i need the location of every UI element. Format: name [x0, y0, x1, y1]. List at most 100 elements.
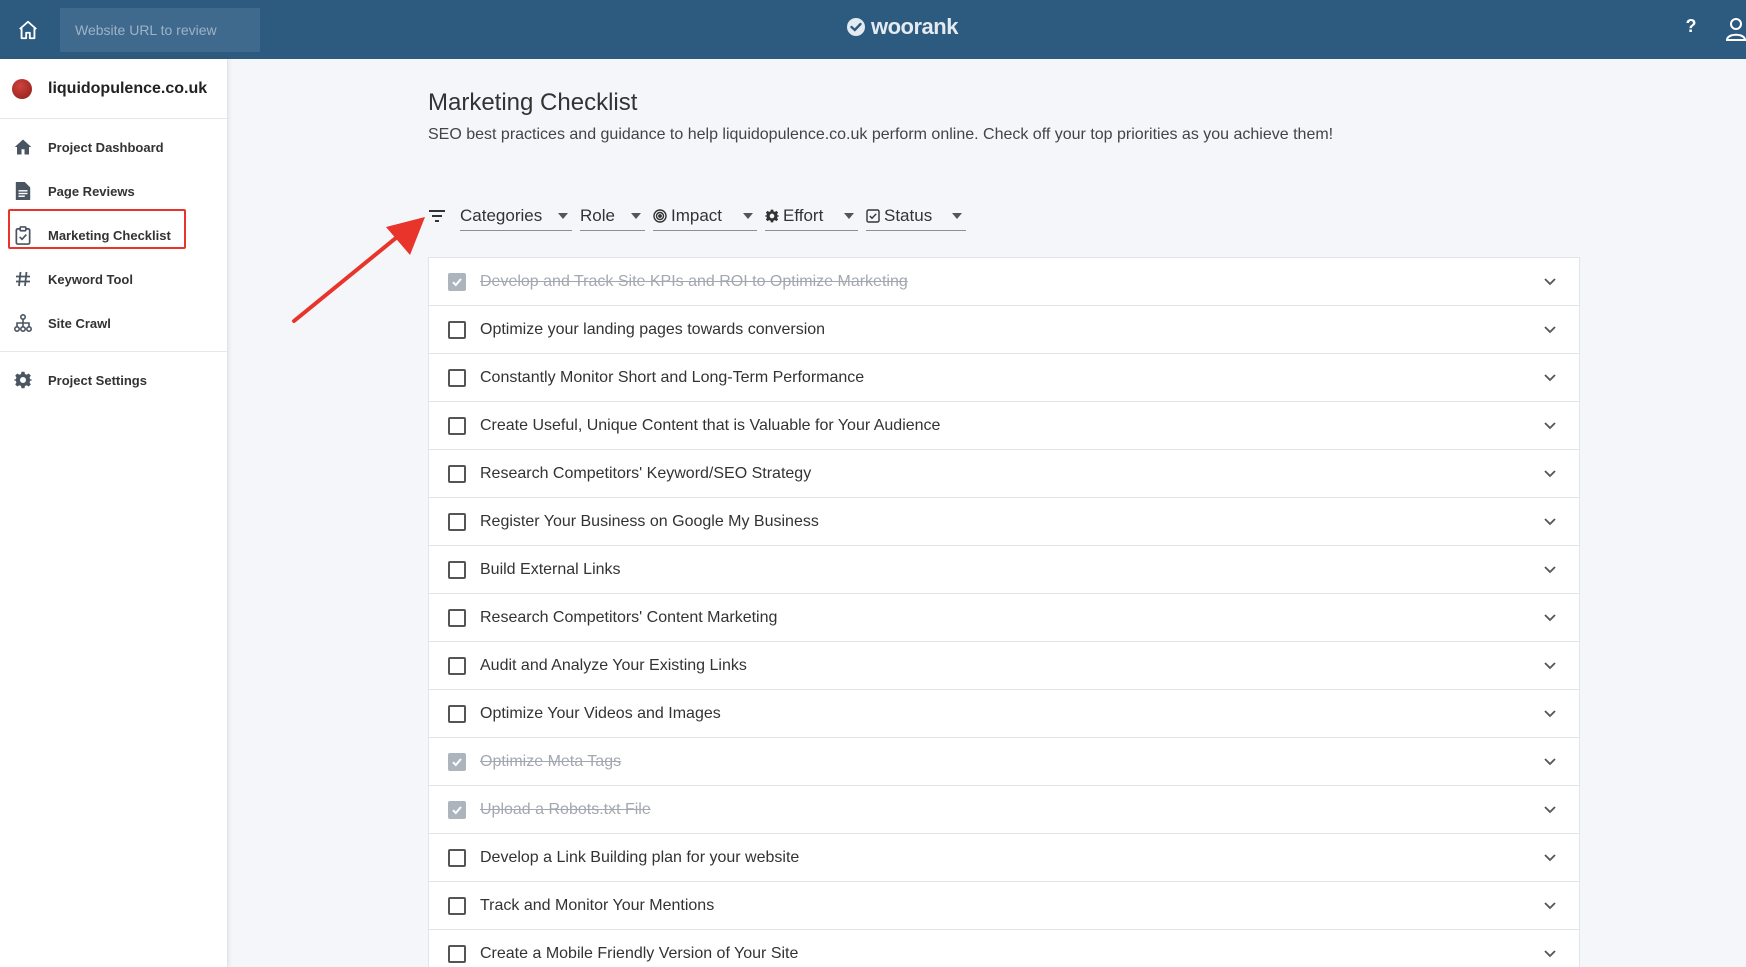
- chevron-down-icon[interactable]: [1543, 370, 1557, 384]
- checklist-item[interactable]: Develop a Link Building plan for your we…: [429, 834, 1579, 882]
- sitemap-icon: [13, 313, 33, 333]
- chevron-down-icon[interactable]: [1543, 658, 1557, 672]
- checklist-item[interactable]: Create Useful, Unique Content that is Va…: [429, 402, 1579, 450]
- checklist-checkbox[interactable]: [448, 848, 466, 867]
- checklist-checkbox[interactable]: [448, 656, 466, 675]
- checklist-checkbox[interactable]: [448, 560, 466, 579]
- chevron-down-icon[interactable]: [1543, 946, 1557, 960]
- sidebar-item-marketing-checklist[interactable]: Marketing Checklist: [0, 213, 227, 257]
- home-button[interactable]: [0, 0, 56, 59]
- chevron-down-icon[interactable]: [1543, 754, 1557, 768]
- project-favicon: [12, 78, 32, 99]
- woorank-logo-icon: [847, 18, 865, 36]
- website-url-input[interactable]: [60, 7, 260, 52]
- checklist-item-label: Build External Links: [480, 560, 621, 578]
- checklist-item-label: Create a Mobile Friendly Version of Your…: [480, 944, 799, 962]
- checklist-item-label: Research Competitors' Keyword/SEO Strate…: [480, 464, 812, 482]
- checklist-item[interactable]: Register Your Business on Google My Busi…: [429, 498, 1579, 546]
- sidebar-item-label: Page Reviews: [48, 183, 135, 199]
- checklist-checkbox[interactable]: [448, 464, 466, 483]
- checklist-item[interactable]: Create a Mobile Friendly Version of Your…: [429, 930, 1579, 967]
- checklist-checkbox[interactable]: [448, 896, 466, 915]
- checklist-item-label: Audit and Analyze Your Existing Links: [480, 656, 747, 674]
- checklist-checkbox[interactable]: [448, 704, 466, 723]
- sidebar-item-label: Site Crawl: [48, 315, 111, 331]
- hash-icon: [13, 269, 33, 289]
- sidebar-item-page-reviews[interactable]: Page Reviews: [0, 169, 227, 213]
- clipboard-check-icon: [13, 225, 33, 245]
- filter-status[interactable]: Status: [866, 201, 966, 231]
- sidebar-item-project-settings[interactable]: Project Settings: [0, 358, 227, 402]
- sidebar-item-site-crawl[interactable]: Site Crawl: [0, 301, 227, 345]
- checklist-item[interactable]: Upload a Robots.txt File: [429, 786, 1579, 834]
- project-name: liquidopulence.co.uk: [48, 79, 208, 97]
- filter-label: Status: [884, 205, 933, 225]
- checklist: Develop and Track Site KPIs and ROI to O…: [428, 257, 1580, 967]
- checklist-item-label: Track and Monitor Your Mentions: [480, 896, 715, 914]
- checklist-item[interactable]: Research Competitors' Keyword/SEO Strate…: [429, 450, 1579, 498]
- checklist-item[interactable]: Track and Monitor Your Mentions: [429, 882, 1579, 930]
- checklist-item[interactable]: Constantly Monitor Short and Long-Term P…: [429, 354, 1579, 402]
- chevron-down-icon[interactable]: [1543, 274, 1557, 288]
- checklist-checkbox[interactable]: [448, 320, 466, 339]
- sidebar-nav: Project Dashboard Page Reviews Marketing…: [0, 119, 227, 352]
- gear-icon: [13, 370, 33, 390]
- sidebar-item-keyword-tool[interactable]: Keyword Tool: [0, 257, 227, 301]
- help-button[interactable]: ?: [1680, 16, 1702, 37]
- gear-icon: [765, 209, 779, 223]
- filter-label: Impact: [671, 205, 723, 225]
- sidebar-item-label: Project Dashboard: [48, 139, 164, 155]
- checklist-item[interactable]: Optimize Your Videos and Images: [429, 690, 1579, 738]
- filter-icon[interactable]: [428, 207, 446, 225]
- checklist-checkbox[interactable]: [448, 368, 466, 387]
- filter-role[interactable]: Role: [580, 201, 645, 231]
- checklist-item[interactable]: Build External Links: [429, 546, 1579, 594]
- target-icon: [653, 208, 667, 223]
- chevron-down-icon[interactable]: [1543, 562, 1557, 576]
- checklist-checkbox[interactable]: [448, 752, 466, 771]
- annotation-arrow: [292, 217, 425, 323]
- filter-label: Role: [580, 205, 615, 225]
- checkmark-icon: [452, 805, 462, 814]
- checklist-checkbox[interactable]: [448, 608, 466, 627]
- checkbox-icon: [866, 208, 880, 223]
- checklist-item[interactable]: Research Competitors' Content Marketing: [429, 594, 1579, 642]
- filter-impact[interactable]: Impact: [653, 201, 757, 231]
- chevron-down-icon[interactable]: [1543, 466, 1557, 480]
- checklist-item[interactable]: Develop and Track Site KPIs and ROI to O…: [429, 258, 1579, 306]
- chevron-down-icon[interactable]: [1543, 802, 1557, 816]
- checklist-checkbox[interactable]: [448, 800, 466, 819]
- document-icon: [13, 181, 33, 201]
- checklist-checkbox[interactable]: [448, 272, 466, 291]
- sidebar-item-project-dashboard[interactable]: Project Dashboard: [0, 125, 227, 169]
- chevron-down-icon[interactable]: [1543, 514, 1557, 528]
- sidebar-item-label: Project Settings: [48, 372, 147, 388]
- chevron-down-icon[interactable]: [1543, 850, 1557, 864]
- chevron-down-icon[interactable]: [1543, 706, 1557, 720]
- checklist-item-label: Register Your Business on Google My Busi…: [480, 512, 819, 530]
- chevron-down-icon: [743, 212, 753, 219]
- sidebar-item-label: Marketing Checklist: [48, 227, 171, 243]
- checklist-item[interactable]: Audit and Analyze Your Existing Links: [429, 642, 1579, 690]
- checklist-item[interactable]: Optimize Meta Tags: [429, 738, 1579, 786]
- user-icon: [1725, 18, 1746, 41]
- project-header[interactable]: liquidopulence.co.uk: [0, 59, 227, 119]
- sidebar-settings: Project Settings: [0, 352, 227, 402]
- chevron-down-icon[interactable]: [1543, 898, 1557, 912]
- filter-effort[interactable]: Effort: [765, 201, 858, 231]
- checklist-item[interactable]: Optimize your landing pages towards conv…: [429, 306, 1579, 354]
- checklist-checkbox[interactable]: [448, 512, 466, 531]
- chevron-down-icon[interactable]: [1543, 322, 1557, 336]
- checklist-item-label: Develop and Track Site KPIs and ROI to O…: [480, 272, 908, 290]
- checklist-item-label: Develop a Link Building plan for your we…: [480, 848, 800, 866]
- chevron-down-icon[interactable]: [1543, 610, 1557, 624]
- checklist-checkbox[interactable]: [448, 944, 466, 963]
- home-icon: [13, 137, 33, 157]
- home-icon: [19, 20, 37, 39]
- chevron-down-icon: [952, 212, 962, 219]
- filter-categories[interactable]: Categories: [460, 201, 572, 231]
- chevron-down-icon[interactable]: [1543, 418, 1557, 432]
- checklist-item-label: Upload a Robots.txt File: [480, 800, 651, 818]
- user-menu-button[interactable]: [1725, 17, 1746, 46]
- checklist-checkbox[interactable]: [448, 416, 466, 435]
